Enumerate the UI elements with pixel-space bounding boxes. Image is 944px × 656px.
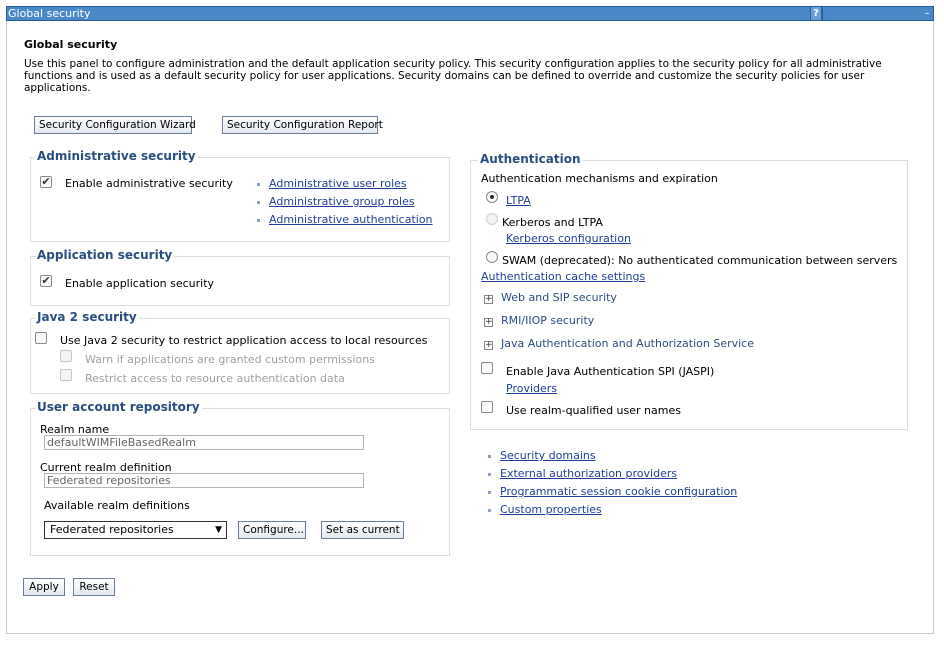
bullet-icon — [488, 455, 491, 458]
page-description: Use this panel to configure administrati… — [24, 58, 882, 94]
rmi-iiop-security-label[interactable]: RMI/IIOP security — [501, 314, 594, 327]
java2-security-legend: Java 2 security — [35, 310, 139, 324]
realm-qualified-names-checkbox[interactable] — [481, 401, 493, 413]
dropdown-arrow-icon: ▼ — [215, 525, 222, 535]
swam-label: SWAM (deprecated): No authenticated comm… — [502, 254, 898, 267]
window-title: Global security — [8, 7, 91, 20]
apply-button[interactable]: Apply — [23, 578, 65, 596]
bullet-icon — [488, 473, 491, 476]
custom-properties-link[interactable]: Custom properties — [500, 503, 602, 516]
web-sip-security-label[interactable]: Web and SIP security — [501, 291, 617, 304]
security-configuration-report-button[interactable]: Security Configuration Report — [222, 116, 383, 134]
security-configuration-wizard-button[interactable]: Security Configuration Wizard — [34, 116, 196, 134]
authentication-mechanisms-label: Authentication mechanisms and expiration — [481, 172, 718, 185]
expand-plus-icon[interactable]: + — [484, 318, 493, 327]
kerberos-ltpa-label: Kerberos and LTPA — [502, 216, 603, 229]
ltpa-radio[interactable] — [486, 191, 498, 203]
kerberos-ltpa-radio[interactable] — [486, 213, 498, 225]
enable-administrative-security-label: Enable administrative security — [65, 177, 233, 190]
application-security-legend: Application security — [35, 248, 175, 262]
minimize-icon[interactable]: – — [922, 8, 932, 19]
warn-custom-permissions-checkbox[interactable] — [60, 350, 72, 362]
jaspi-providers-link[interactable]: Providers — [506, 382, 557, 395]
set-as-current-button[interactable]: Set as current — [321, 521, 404, 539]
bullet-icon — [488, 491, 491, 494]
administrative-user-roles-link[interactable]: Administrative user roles — [269, 177, 407, 190]
kerberos-configuration-link[interactable]: Kerberos configuration — [506, 232, 631, 245]
window-title-bar: Global security — [6, 6, 934, 21]
security-domains-link[interactable]: Security domains — [500, 449, 596, 462]
expand-plus-icon[interactable]: + — [484, 341, 493, 350]
realm-name-field[interactable]: defaultWIMFileBasedRealm — [44, 435, 364, 450]
administrative-group-roles-link[interactable]: Administrative group roles — [269, 195, 415, 208]
authentication-cache-settings-link[interactable]: Authentication cache settings — [481, 270, 645, 283]
bullet-icon — [257, 201, 260, 204]
enable-application-security-checkbox[interactable]: ✔ — [40, 275, 52, 287]
enable-application-security-label: Enable application security — [65, 277, 215, 290]
swam-radio[interactable] — [486, 251, 498, 263]
jaas-label[interactable]: Java Authentication and Authorization Se… — [501, 337, 754, 350]
available-realm-definitions-select[interactable]: Federated repositories ▼ — [44, 521, 227, 539]
programmatic-session-cookie-link[interactable]: Programmatic session cookie configuratio… — [500, 485, 737, 498]
use-java2-security-checkbox[interactable] — [35, 332, 47, 344]
administrative-security-legend: Administrative security — [35, 149, 198, 163]
available-realm-selected-value: Federated repositories — [50, 523, 174, 536]
external-authorization-providers-link[interactable]: External authorization providers — [500, 467, 677, 480]
bullet-icon — [257, 219, 260, 222]
help-icon[interactable]: ? — [810, 7, 822, 20]
ltpa-link[interactable]: LTPA — [506, 194, 531, 207]
use-java2-security-label: Use Java 2 security to restrict applicat… — [60, 334, 428, 347]
reset-button[interactable]: Reset — [73, 578, 115, 596]
realm-qualified-names-label: Use realm-qualified user names — [506, 404, 681, 417]
bullet-icon — [257, 183, 260, 186]
title-divider — [822, 7, 823, 20]
available-realm-definitions-label: Available realm definitions — [44, 499, 190, 512]
authentication-legend: Authentication — [478, 152, 583, 166]
expand-plus-icon[interactable]: + — [484, 295, 493, 304]
bullet-icon — [488, 509, 491, 512]
page-title: Global security — [24, 38, 118, 51]
user-account-repository-legend: User account repository — [35, 400, 202, 414]
enable-jaspi-checkbox[interactable] — [481, 362, 493, 374]
enable-jaspi-label: Enable Java Authentication SPI (JASPI) — [506, 365, 715, 378]
restrict-access-checkbox[interactable] — [60, 369, 72, 381]
configure-button[interactable]: Configure... — [238, 521, 306, 539]
warn-custom-permissions-label: Warn if applications are granted custom … — [85, 353, 375, 366]
current-realm-definition-field[interactable]: Federated repositories — [44, 473, 364, 488]
administrative-authentication-link[interactable]: Administrative authentication — [269, 213, 433, 226]
enable-administrative-security-checkbox[interactable]: ✔ — [40, 176, 52, 188]
restrict-access-label: Restrict access to resource authenticati… — [85, 372, 345, 385]
